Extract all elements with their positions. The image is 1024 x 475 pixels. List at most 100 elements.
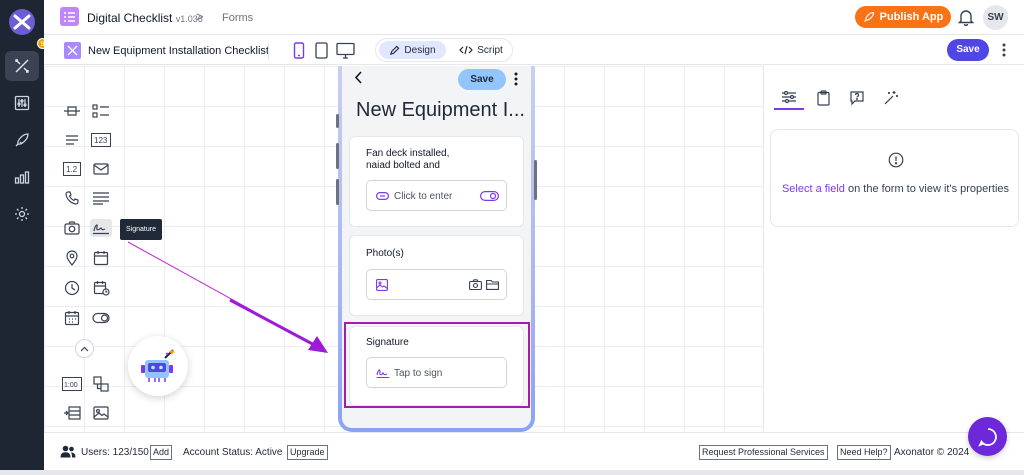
users-count: Users: 123/150 (81, 447, 149, 458)
app-title[interactable]: Digital Checklist v1.036 (87, 11, 203, 25)
bell-icon[interactable] (957, 9, 975, 29)
tablet-view-icon[interactable] (315, 42, 328, 62)
mobile-view-icon[interactable] (293, 42, 305, 62)
svg-text:123: 123 (94, 136, 108, 145)
app-logo[interactable] (8, 8, 36, 36)
top-bar: Digital Checklist v1.036 > Forms Publish… (44, 0, 1024, 35)
time-element-icon[interactable] (61, 279, 83, 297)
form-toolbar: New Equipment Installation Checklist Des… (44, 36, 1024, 65)
calendar-grid-element-icon[interactable] (61, 309, 83, 327)
sliders-icon[interactable] (5, 88, 39, 118)
text-element-icon[interactable] (61, 131, 83, 149)
checklist-element-icon[interactable] (90, 102, 112, 120)
help-tab[interactable] (842, 86, 872, 110)
mode-switch: Design Script (375, 38, 513, 62)
save-button[interactable]: Save (947, 39, 989, 61)
script-tab[interactable]: Script (452, 41, 510, 59)
link-icon (376, 192, 389, 200)
phone-more-options-icon[interactable] (514, 72, 518, 89)
svg-text:1.2: 1.2 (66, 165, 78, 174)
long-text-element-icon[interactable] (90, 189, 112, 207)
photo-input-field[interactable] (366, 269, 507, 300)
email-element-icon[interactable] (90, 160, 112, 178)
app-checklist-icon (60, 7, 79, 26)
magic-tab[interactable] (876, 86, 906, 110)
phone-element-icon[interactable] (61, 189, 83, 207)
info-icon (888, 152, 904, 171)
design-tab-label: Design (404, 44, 436, 56)
breadcrumb-forms[interactable]: Forms (222, 12, 253, 24)
publish-app-button[interactable]: Publish App (855, 6, 951, 28)
rocket-icon[interactable] (5, 125, 39, 155)
pen-icon (390, 45, 400, 55)
properties-hint: Select a field on the form to view it's … (781, 183, 1010, 195)
properties-settings-tab[interactable] (774, 86, 804, 110)
add-users-button[interactable]: Add (150, 445, 173, 460)
phone-side-button (534, 160, 537, 200)
back-chevron-icon[interactable] (354, 71, 363, 89)
image-icon (376, 279, 388, 291)
rocket-icon (863, 11, 874, 22)
settings-gear-icon[interactable] (5, 199, 39, 229)
drag-arrow (127, 241, 328, 353)
phone-form-title: New Equipment I... (356, 99, 525, 121)
table-element-icon[interactable] (61, 404, 83, 422)
footer-bar: Users: 123/150 Add Account Status: Activ… (44, 432, 1024, 470)
field-label: Fan deck installed, naiad bolted and (366, 148, 450, 171)
date-element-icon[interactable] (90, 249, 112, 267)
camera-element-icon[interactable] (61, 219, 83, 237)
validation-tab[interactable] (808, 86, 838, 110)
need-help-button[interactable]: Need Help? (837, 445, 891, 460)
chat-support-icon[interactable] (968, 417, 1007, 456)
field-label: Photo(s) (366, 248, 404, 259)
properties-panel: Select a field on the form to view it's … (763, 66, 1024, 432)
collapse-palette-icon[interactable] (75, 339, 94, 358)
lookup-element-icon[interactable] (90, 375, 112, 393)
design-tab[interactable]: Design (379, 41, 446, 59)
desktop-view-icon[interactable] (336, 42, 355, 62)
taskbar-strip (0, 470, 1024, 475)
form-title[interactable]: New Equipment Installation Checklist (88, 45, 269, 57)
folder-icon (486, 279, 499, 290)
copyright: Axonator © 2024 (894, 447, 970, 458)
signature-element-icon[interactable] (90, 219, 112, 237)
help-bubble-icon (850, 91, 864, 106)
text-input-field[interactable]: Click to enter (366, 180, 507, 211)
magic-wand-icon (884, 91, 898, 105)
form-field-card[interactable]: Photo(s) (349, 235, 524, 316)
number-element-icon[interactable]: 123 (90, 131, 112, 149)
request-services-button[interactable]: Request Professional Services (699, 445, 828, 460)
select-field-link[interactable]: Select a field (782, 183, 845, 195)
more-options-icon[interactable] (1002, 42, 1006, 61)
section-element-icon[interactable] (61, 102, 83, 120)
svg-text:1:00: 1:00 (64, 382, 78, 389)
phone-side-button (336, 114, 339, 128)
sliders-icon (782, 90, 796, 104)
camera-icon (469, 279, 482, 290)
phone-save-button[interactable]: Save (458, 69, 506, 90)
phone-side-button (336, 179, 339, 205)
breadcrumb-separator: > (196, 9, 204, 24)
clipboard-icon (816, 90, 830, 106)
form-field-card[interactable]: Fan deck installed, naiad bolted and Clic… (349, 136, 524, 227)
analytics-icon[interactable] (5, 162, 39, 192)
image-element-icon[interactable] (90, 404, 112, 422)
upgrade-button[interactable]: Upgrade (287, 445, 328, 460)
phone-side-button (336, 143, 339, 169)
tools-icon[interactable] (5, 51, 39, 81)
toggle-element-icon[interactable] (90, 309, 112, 327)
selected-field-highlight (344, 322, 530, 408)
properties-empty-state: Select a field on the form to view it's … (770, 129, 1019, 227)
toggle-icon (480, 191, 499, 201)
account-status: Account Status: Active (183, 447, 283, 458)
datetime-element-icon[interactable] (90, 279, 112, 297)
location-element-icon[interactable] (61, 249, 83, 267)
percent-element-icon[interactable]: 1:00 (61, 375, 83, 393)
signature-tooltip: Signature (120, 219, 162, 240)
decimal-element-icon[interactable]: 1.2 (61, 160, 83, 178)
users-icon (60, 445, 76, 461)
publish-app-label: Publish App (879, 11, 944, 23)
left-rail: 9 (0, 0, 48, 470)
avatar[interactable]: SW (983, 5, 1008, 30)
form-icon (64, 42, 81, 59)
